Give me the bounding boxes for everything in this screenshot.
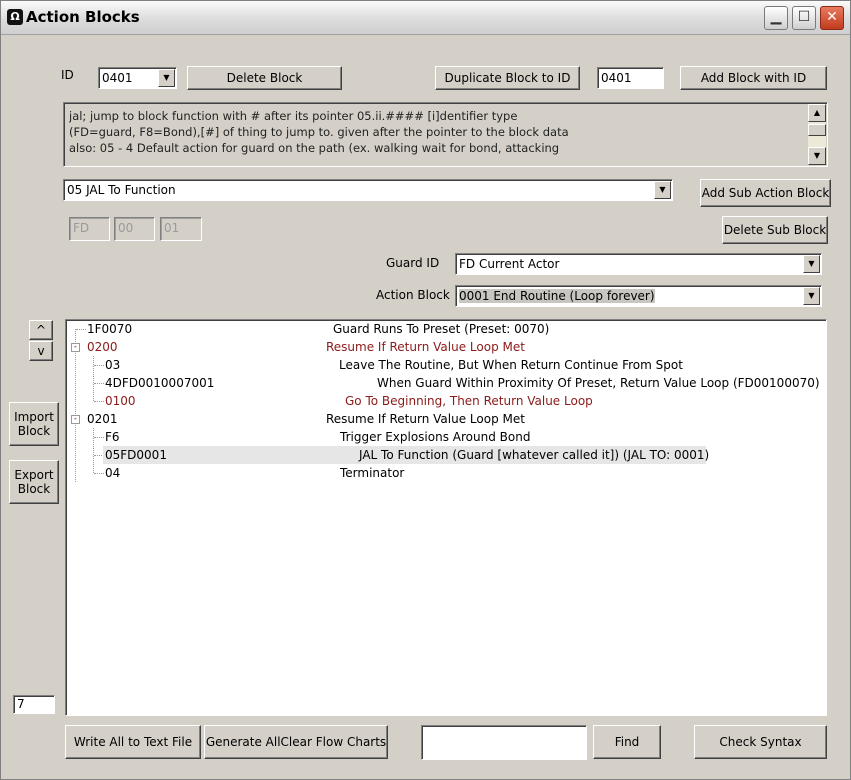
close-button[interactable]: ✕ <box>820 6 844 30</box>
chevron-down-icon[interactable]: ▼ <box>803 255 820 273</box>
chevron-down-icon[interactable]: ▼ <box>803 287 820 305</box>
row-description: Resume If Return Value Loop Met <box>326 340 525 354</box>
scroll-down-icon[interactable]: ▼ <box>808 147 826 165</box>
row-description: Resume If Return Value Loop Met <box>326 412 525 426</box>
row-description: Go To Beginning, Then Return Value Loop <box>345 394 593 408</box>
window-title: Action Blocks <box>26 8 140 26</box>
row-code: 04 <box>105 466 121 480</box>
scroll-thumb[interactable] <box>808 124 826 136</box>
app-icon: Ω <box>7 9 23 25</box>
tree-row-selected[interactable]: 05FD0001 JAL To Function (Guard [whateve… <box>103 446 710 464</box>
title-bar[interactable]: Ω Action Blocks ▁ ☐ ✕ <box>1 1 850 35</box>
tree-row[interactable]: 4DFD0010007001 When Guard Within Proximi… <box>66 374 826 392</box>
row-code: 0200 <box>87 340 118 354</box>
row-description: Terminator <box>340 466 405 480</box>
chevron-down-icon[interactable]: ▼ <box>654 181 671 199</box>
tree-row[interactable]: 0100 Go To Beginning, Then Return Value … <box>66 392 826 410</box>
add-block-button[interactable]: Add Block with ID <box>680 66 827 90</box>
description-line: jal; jump to block function with # after… <box>69 109 518 123</box>
tree-row[interactable]: 0200 Resume If Return Value Loop Met <box>66 338 826 356</box>
row-description: Guard Runs To Preset (Preset: 0070) <box>333 322 550 336</box>
guard-id-select[interactable]: FD Current Actor ▼ <box>455 253 822 275</box>
tree-row[interactable]: 1F0070 Guard Runs To Preset (Preset: 007… <box>66 320 826 338</box>
find-input[interactable] <box>421 725 587 760</box>
id-label: ID <box>61 68 74 82</box>
row-description: JAL To Function (Guard [whatever called … <box>359 448 710 462</box>
row-description: Leave The Routine, But When Return Conti… <box>339 358 683 372</box>
export-block-button[interactable]: Export Block <box>9 460 59 504</box>
maximize-button[interactable]: ☐ <box>792 6 816 30</box>
add-sub-action-button[interactable]: Add Sub Action Block <box>700 179 831 207</box>
param-field-2[interactable]: 00 <box>114 217 155 241</box>
param-field-1[interactable]: FD <box>69 217 110 241</box>
count-field[interactable]: 7 <box>13 695 55 714</box>
row-code: 0201 <box>87 412 118 426</box>
row-description: Trigger Explosions Around Bond <box>340 430 531 444</box>
write-all-button[interactable]: Write All to Text File <box>65 725 201 759</box>
row-code: 0100 <box>105 394 136 408</box>
action-block-value: 0001 End Routine (Loop forever) <box>459 289 655 303</box>
action-select[interactable]: 05 JAL To Function ▼ <box>63 179 673 201</box>
action-select-value: 05 JAL To Function <box>67 183 176 197</box>
action-blocks-window: Ω Action Blocks ▁ ☐ ✕ ID 0401 ▼ Delete B… <box>0 0 851 780</box>
row-code: 05FD0001 <box>105 448 167 462</box>
id-select[interactable]: 0401 ▼ <box>98 67 177 89</box>
tree-row[interactable]: 04 Terminator <box>66 464 826 482</box>
description-line: (FD=guard, F8=Bond),[#] of thing to jump… <box>69 125 569 139</box>
target-id-input[interactable]: 0401 <box>597 67 664 89</box>
duplicate-block-button[interactable]: Duplicate Block to ID <box>435 66 580 90</box>
memo-scrollbar[interactable]: ▲ ▼ <box>808 104 826 165</box>
description-line: also: 05 - 4 Default action for guard on… <box>69 141 560 155</box>
row-code: F6 <box>105 430 120 444</box>
row-code: 1F0070 <box>87 322 133 336</box>
tree-row[interactable]: F6 Trigger Explosions Around Bond <box>66 428 826 446</box>
minimize-button[interactable]: ▁ <box>764 6 788 30</box>
description-memo[interactable]: jal; jump to block function with # after… <box>63 102 828 167</box>
scroll-up-icon[interactable]: ▲ <box>808 104 826 122</box>
row-code: 4DFD0010007001 <box>105 376 215 390</box>
find-button[interactable]: Find <box>593 725 661 759</box>
description-text: jal; jump to block function with # after… <box>69 108 804 156</box>
delete-block-button[interactable]: Delete Block <box>187 66 342 90</box>
move-up-button[interactable]: ^ <box>29 320 53 340</box>
row-description: When Guard Within Proximity Of Preset, R… <box>377 376 820 390</box>
guard-id-value: FD Current Actor <box>459 257 560 271</box>
chevron-down-icon[interactable]: ▼ <box>158 69 175 87</box>
move-down-button[interactable]: v <box>29 341 53 361</box>
tree-row[interactable]: 03 Leave The Routine, But When Return Co… <box>66 356 826 374</box>
action-block-select[interactable]: 0001 End Routine (Loop forever) ▼ <box>455 285 822 307</box>
check-syntax-button[interactable]: Check Syntax <box>694 725 827 759</box>
param-field-3[interactable]: 01 <box>160 217 202 241</box>
row-code: 03 <box>105 358 121 372</box>
delete-sub-block-button[interactable]: Delete Sub Block <box>722 216 828 244</box>
id-select-value: 0401 <box>102 71 133 85</box>
import-block-button[interactable]: Import Block <box>9 402 59 446</box>
action-tree[interactable]: - - 1F0070 Guard Runs To Preset (Preset:… <box>65 319 827 716</box>
guard-id-label: Guard ID <box>386 256 440 270</box>
generate-charts-button[interactable]: Generate AllClear Flow Charts <box>204 725 388 759</box>
action-block-label: Action Block <box>376 288 450 302</box>
tree-row[interactable]: 0201 Resume If Return Value Loop Met <box>66 410 826 428</box>
